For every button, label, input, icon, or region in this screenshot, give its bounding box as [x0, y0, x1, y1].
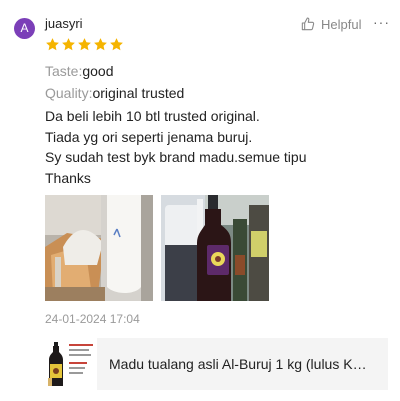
- product-title: Madu tualang asli Al-Buruj 1 kg (lulus K…: [109, 356, 373, 372]
- product-link-card[interactable]: Madu tualang asli Al-Buruj 1 kg (lulus K…: [45, 338, 388, 390]
- attribute-value: original trusted: [92, 85, 185, 101]
- comment-line: Tiada yg ori seperti jenama buruj.: [45, 128, 253, 145]
- star-icon: [78, 38, 91, 51]
- attribute-quality: Quality:original trusted: [45, 84, 184, 102]
- review-photo[interactable]: [45, 195, 153, 301]
- helpful-button[interactable]: Helpful: [300, 16, 361, 32]
- attribute-key: Taste:: [45, 63, 83, 79]
- comment-line: Da beli lebih 10 btl trusted original.: [45, 108, 260, 124]
- attribute-key: Quality:: [45, 85, 93, 101]
- attribute-value: good: [82, 63, 114, 79]
- review-card: A juasyri Helpful ··· Taste:good Quality…: [0, 0, 400, 401]
- star-icon: [46, 38, 59, 51]
- avatar[interactable]: A: [14, 18, 35, 39]
- product-thumbnail: [45, 338, 97, 390]
- thumbs-up-icon: [301, 17, 315, 31]
- comment-line: Sy sudah test byk brand madu.semue tipu: [45, 149, 307, 165]
- star-icon: [94, 38, 107, 51]
- review-comment: Da beli lebih 10 btl trusted original. T…: [45, 106, 390, 188]
- star-icon: [110, 38, 123, 51]
- helpful-label: Helpful: [321, 16, 362, 32]
- star-icon: [62, 38, 75, 51]
- more-options-icon[interactable]: ···: [373, 14, 390, 30]
- attribute-taste: Taste:good: [45, 62, 114, 80]
- reviewer-name[interactable]: juasyri: [45, 16, 83, 31]
- review-date: 24-01-2024 17:04: [45, 312, 140, 326]
- comment-line: Thanks: [45, 169, 91, 186]
- star-rating: [45, 37, 124, 52]
- review-photo[interactable]: [161, 195, 269, 301]
